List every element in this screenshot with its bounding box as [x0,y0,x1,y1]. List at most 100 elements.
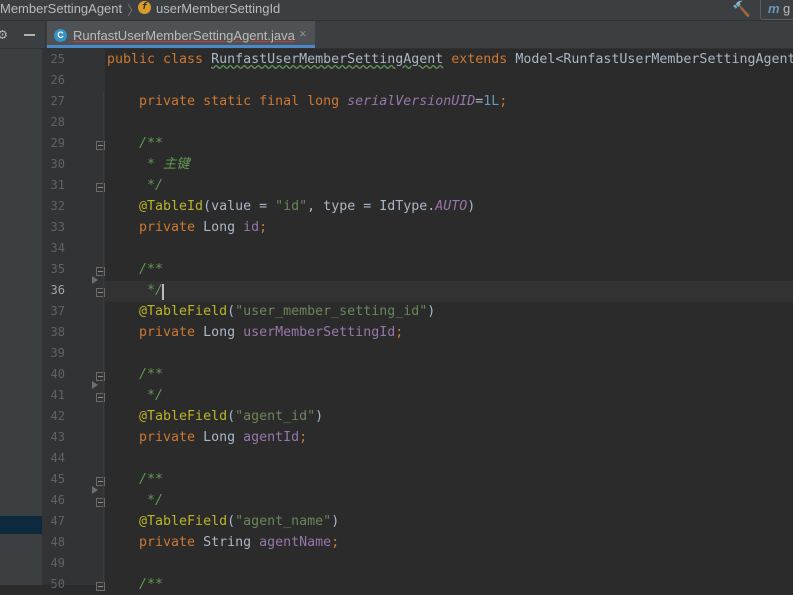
maven-widget-label: g [783,1,791,16]
field-icon: f [138,1,151,14]
keyword: extends [443,52,516,67]
keyword: private static final long [107,94,348,109]
code-line-40[interactable]: /** [107,364,163,385]
annotation: @TableField [107,409,228,424]
annotation-args: , type = IdType. [307,199,436,214]
string-literal: "agent_name" [235,514,332,529]
string-literal: "user_member_setting_id" [235,304,428,319]
code-line-41[interactable]: */ [107,385,163,406]
java-class-icon: C [54,29,67,42]
build-hammer-icon[interactable]: 🔨 [732,0,751,18]
current-line-highlight [105,281,793,302]
text-caret [162,284,164,300]
code-line-37[interactable]: @TableField("user_member_setting_id") [107,301,435,322]
field-name: agentId [243,430,300,445]
semicolon: ; [499,94,508,109]
breadcrumb-field[interactable]: userMemberSettingId [156,1,280,16]
line-number[interactable]: 37 [43,301,65,322]
code-line-31[interactable]: */ [107,175,163,196]
line-number[interactable]: 47 [43,511,65,532]
string-literal: "agent_id" [235,409,316,424]
field-name: userMemberSettingId [243,325,396,340]
code-line-25[interactable]: public class RunfastUserMemberSettingAge… [107,49,793,70]
line-number[interactable]: 40 [43,364,65,385]
annotation: @TableField [107,514,228,529]
line-number[interactable]: 32 [43,196,65,217]
paren: ) [315,409,324,424]
annotation: @TableId [107,199,204,214]
project-panel [0,49,43,585]
paren: ) [467,199,476,214]
line-number[interactable]: 35 [43,259,65,280]
semicolon: ; [395,325,404,340]
minimize-icon[interactable] [24,34,35,36]
breakpoint-arrow-icon [92,486,98,494]
keyword: private [107,220,204,235]
line-number[interactable]: 38 [43,322,65,343]
field-name: agentName [259,535,332,550]
line-number[interactable]: 45 [43,469,65,490]
class-name: RunfastUserMemberSettingAgent [211,52,444,67]
keyword: public class [107,52,212,67]
semicolon: ; [259,220,268,235]
line-number[interactable]: 28 [43,112,65,133]
maven-icon: m [768,1,780,16]
line-number[interactable]: 26 [43,70,65,91]
paren: ) [427,304,436,319]
keyword: private [107,535,204,550]
line-number[interactable]: 39 [43,343,65,364]
line-number[interactable]: 44 [43,448,65,469]
code-line-47[interactable]: @TableField("agent_name") [107,511,339,532]
indent-guide [103,91,104,585]
code-line-45[interactable]: /** [107,469,163,490]
code-line-33[interactable]: private Long id; [107,217,267,238]
code-line-43[interactable]: private Long agentId; [107,427,307,448]
keyword: private [107,325,204,340]
enum-constant: AUTO [435,199,468,214]
code-line-27[interactable]: private static final long serialVersionU… [107,91,507,112]
type-name: String [203,535,260,550]
project-selected-row[interactable] [0,516,42,534]
breakpoint-arrow-icon [92,381,98,389]
code-line-30[interactable]: * 主键 [107,154,190,175]
field-name: id [243,220,260,235]
code-line-46[interactable]: */ [107,490,163,511]
line-number[interactable]: 25 [43,49,65,70]
line-number[interactable]: 33 [43,217,65,238]
field-name: serialVersionUID [347,94,476,109]
keyword: private [107,430,204,445]
breakpoint-arrow-icon [92,276,98,284]
line-number[interactable]: 36 [43,280,65,301]
line-number[interactable]: 27 [43,91,65,112]
line-number[interactable]: 43 [43,427,65,448]
line-number[interactable]: 30 [43,154,65,175]
annotation-args: (value = [203,199,276,214]
line-number[interactable]: 49 [43,553,65,574]
line-number[interactable]: 46 [43,490,65,511]
type-name: Long [203,430,244,445]
code-line-42[interactable]: @TableField("agent_id") [107,406,323,427]
number-literal: 1L [483,94,500,109]
breadcrumb-class[interactable]: MemberSettingAgent [0,1,122,16]
gear-icon[interactable]: ⚙ [0,25,7,43]
code-line-35[interactable]: /** [107,259,163,280]
line-number[interactable]: 42 [43,406,65,427]
line-number[interactable]: 41 [43,385,65,406]
line-number[interactable]: 31 [43,175,65,196]
annotation: @TableField [107,304,228,319]
code-line-38[interactable]: private Long userMemberSettingId; [107,322,403,343]
active-tab-indicator [47,45,315,48]
paren: ( [227,409,236,424]
tab-label[interactable]: RunfastUserMemberSettingAgent.java [73,28,295,43]
paren: ( [227,304,236,319]
line-number[interactable]: 34 [43,238,65,259]
paren: ) [331,514,340,529]
type-name: Long [203,325,244,340]
line-number[interactable]: 29 [43,133,65,154]
close-tab-icon[interactable]: × [299,26,307,41]
code-line-36[interactable]: */ [107,280,163,301]
code-line-48[interactable]: private String agentName; [107,532,339,553]
code-line-29[interactable]: /** [107,133,163,154]
line-number[interactable]: 48 [43,532,65,553]
code-line-32[interactable]: @TableId(value = "id", type = IdType.AUT… [107,196,475,217]
